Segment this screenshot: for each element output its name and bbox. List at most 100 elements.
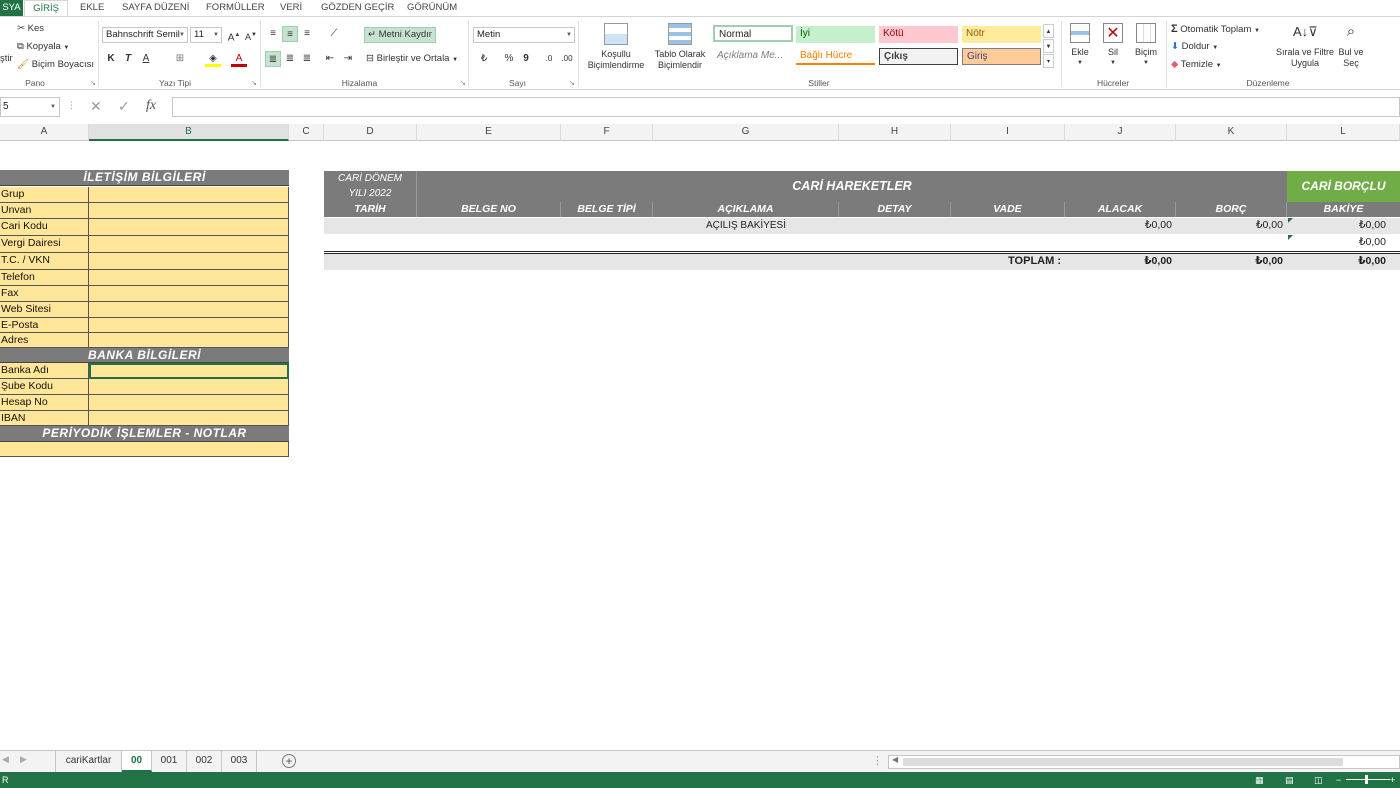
border-icon[interactable]: ⊞ <box>172 51 188 67</box>
tab-formulas[interactable]: FORMÜLLER <box>206 0 265 16</box>
tab-view[interactable]: GÖRÜNÜM <box>407 0 457 16</box>
sheet-tab-002[interactable]: 002 <box>187 751 222 772</box>
horizontal-scrollbar[interactable]: ◀ <box>888 755 1400 769</box>
column-header-e[interactable]: E <box>417 124 561 141</box>
tab-file[interactable]: SYA <box>0 0 23 16</box>
contact-value-title[interactable] <box>89 203 289 219</box>
column-header-g[interactable]: G <box>653 124 839 141</box>
style-linked-cell[interactable]: Bağlı Hücre <box>796 48 875 65</box>
align-left-icon[interactable]: ≣ <box>265 51 281 67</box>
zoom-out-icon[interactable]: − <box>1336 772 1341 788</box>
column-header-f[interactable]: F <box>561 124 653 141</box>
delete-cells-button[interactable]: ✕ Sil ▼ <box>1100 23 1126 69</box>
scroll-right-icon[interactable]: ▶ <box>20 754 27 765</box>
insert-cells-button[interactable]: Ekle ▼ <box>1066 23 1094 69</box>
dialog-launcher-icon[interactable]: ↘ <box>460 79 466 87</box>
bank-value-account-no[interactable] <box>89 395 289 411</box>
page-break-icon[interactable]: ◫ <box>1314 772 1323 788</box>
format-as-table-button[interactable]: Tablo Olarak Biçimlendir <box>652 23 708 71</box>
clear-button[interactable]: ◆ Temizle ▼ <box>1171 59 1222 72</box>
zoom-slider[interactable] <box>1346 779 1390 780</box>
increase-indent-icon[interactable]: ⇥ <box>340 51 356 67</box>
style-output[interactable]: Çıkış <box>879 48 958 65</box>
contact-value-tax-id[interactable] <box>89 253 289 270</box>
enter-icon[interactable]: ✓ <box>118 98 130 115</box>
gallery-down-icon[interactable]: ▼ <box>1043 39 1054 53</box>
sheet-tab-00[interactable]: 00 <box>122 751 152 772</box>
column-header-j[interactable]: J <box>1065 124 1176 141</box>
zoom-slider-thumb[interactable] <box>1365 775 1368 784</box>
style-input[interactable]: Giriş <box>962 48 1041 65</box>
font-name-select[interactable]: Bahnschrift Semil ▼ <box>102 27 188 43</box>
dialog-launcher-icon[interactable]: ↘ <box>569 79 575 87</box>
conditional-formatting-button[interactable]: Koşullu Biçimlendirme <box>583 23 649 71</box>
bank-value-iban[interactable] <box>89 411 289 426</box>
contact-value-email[interactable] <box>89 318 289 333</box>
wrap-text-button[interactable]: ↵ Metni Kaydır <box>364 27 436 43</box>
currency-icon[interactable]: ₺ <box>476 51 492 67</box>
tab-data[interactable]: VERİ <box>280 0 302 16</box>
fill-color-icon[interactable]: ◈ <box>205 51 221 67</box>
format-painter-button[interactable]: 🖌 Biçim Boyacısı <box>17 59 94 71</box>
tab-insert[interactable]: EKLE <box>80 0 104 16</box>
increase-decimal-icon[interactable]: .0 <box>541 51 557 67</box>
bank-value-name[interactable] <box>89 363 289 379</box>
normal-view-icon[interactable]: ▦ <box>1255 772 1264 788</box>
underline-button[interactable]: A <box>138 51 154 67</box>
tab-review[interactable]: GÖZDEN GEÇİR <box>321 0 394 16</box>
page-layout-icon[interactable]: ▤ <box>1285 772 1294 788</box>
column-header-l[interactable]: L <box>1287 124 1400 141</box>
number-format-select[interactable]: Metin ▼ <box>473 27 575 43</box>
column-header-c[interactable]: C <box>289 124 324 141</box>
bank-value-branch-code[interactable] <box>89 379 289 395</box>
align-middle-icon[interactable]: ≡ <box>282 26 298 42</box>
gallery-more-icon[interactable]: ▾ <box>1043 54 1054 68</box>
scrollbar-thumb[interactable] <box>903 758 1343 766</box>
align-top-icon[interactable]: ≡ <box>265 26 281 42</box>
align-center-icon[interactable]: ≣ <box>282 51 298 67</box>
column-header-a[interactable]: A <box>0 124 89 141</box>
worksheet-grid[interactable]: İLETİŞİM BİLGİLERİ Grup Unvan Cari Kodu … <box>0 141 1400 750</box>
column-header-k[interactable]: K <box>1176 124 1287 141</box>
sheet-tab-carikartlar[interactable]: cariKartlar <box>55 751 122 772</box>
column-header-b[interactable]: B <box>89 124 289 141</box>
contact-value-address[interactable] <box>89 333 289 348</box>
cancel-icon[interactable]: ✕ <box>90 98 102 115</box>
sheet-tab-003[interactable]: 003 <box>222 751 257 772</box>
style-explanatory[interactable]: Açıklama Me... <box>713 48 793 65</box>
contact-value-account-code[interactable] <box>89 219 289 236</box>
contact-value-website[interactable] <box>89 302 289 318</box>
sheet-tab-001[interactable]: 001 <box>152 751 187 772</box>
contact-value-tax-office[interactable] <box>89 236 289 253</box>
contact-value-group[interactable] <box>89 187 289 203</box>
tab-page-layout[interactable]: SAYFA DÜZENİ <box>122 0 189 16</box>
bold-button[interactable]: K <box>103 51 119 67</box>
format-cells-button[interactable]: Biçim ▼ <box>1131 23 1161 69</box>
copy-button[interactable]: ⧉ Kopyala ▼ <box>17 41 69 54</box>
column-header-i[interactable]: I <box>951 124 1065 141</box>
font-size-select[interactable]: 11 ▼ <box>190 27 222 43</box>
style-neutral[interactable]: Nötr <box>962 26 1041 43</box>
zoom-in-icon[interactable]: + <box>1390 772 1395 788</box>
paste-button[interactable]: ştir <box>0 53 13 65</box>
decrease-indent-icon[interactable]: ⇤ <box>322 51 338 67</box>
comma-button[interactable]: 9 <box>518 51 534 67</box>
notes-value[interactable] <box>0 442 289 457</box>
add-sheet-icon[interactable]: + <box>282 754 296 768</box>
sort-filter-button[interactable]: A↓⊽ Sırala ve Filtre Uygula <box>1274 21 1336 69</box>
shrink-font-button[interactable]: A▼ <box>243 27 259 43</box>
italic-button[interactable]: T <box>120 51 136 67</box>
contact-value-fax[interactable] <box>89 286 289 302</box>
style-good[interactable]: İyi <box>796 26 875 43</box>
name-box[interactable]: 5 ▼ <box>0 97 60 117</box>
insert-function-icon[interactable]: fx <box>146 98 156 114</box>
dialog-launcher-icon[interactable]: ↘ <box>90 79 96 87</box>
gallery-up-icon[interactable]: ▲ <box>1043 24 1054 38</box>
merge-center-button[interactable]: ⊟ Birleştir ve Ortala ▼ <box>366 53 458 66</box>
dialog-launcher-icon[interactable]: ↘ <box>251 79 257 87</box>
grow-font-button[interactable]: A▲ <box>226 27 242 43</box>
align-bottom-icon[interactable]: ≡ <box>299 26 315 42</box>
autosum-button[interactable]: Σ Otomatik Toplam ▼ <box>1171 23 1260 37</box>
scroll-left-icon[interactable]: ◀ <box>892 755 898 764</box>
column-header-d[interactable]: D <box>324 124 417 141</box>
